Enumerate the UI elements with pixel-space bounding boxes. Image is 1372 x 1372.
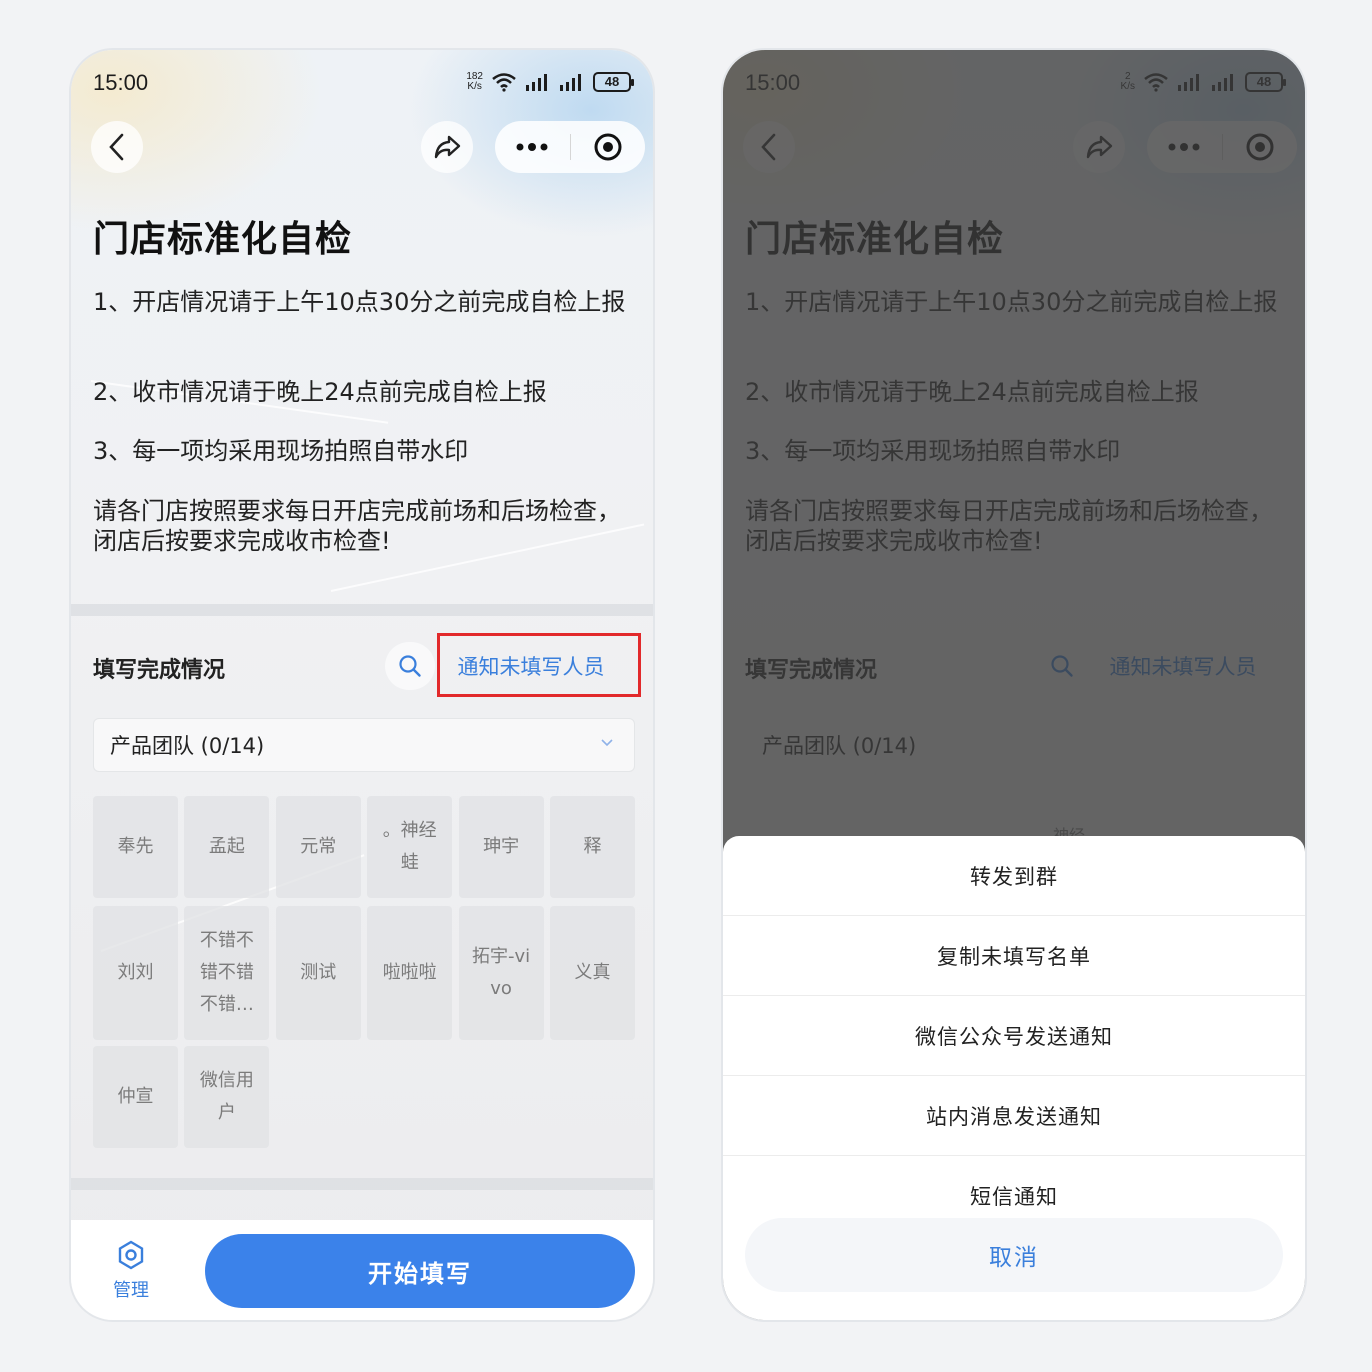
- share-icon: [434, 135, 461, 159]
- member-cell[interactable]: 奉先: [93, 796, 178, 898]
- phone-screen-main: 15:00 182 K/s 48 门店标准化自检 1、开店情况请于上午10点30…: [69, 48, 655, 1322]
- search-button[interactable]: [385, 642, 435, 690]
- target-icon: [594, 133, 622, 161]
- status-bar: 15:00 182 K/s 48: [93, 70, 634, 100]
- section-divider: [71, 604, 653, 616]
- signal-icon: [560, 74, 581, 91]
- rule-text: 2、收市情况请于晚上24点前完成自检上报: [93, 378, 547, 406]
- chevron-down-icon: [601, 739, 613, 747]
- member-name: 不错不 错不错 不错…: [199, 930, 254, 1015]
- team-select[interactable]: 产品团队 (0/14): [93, 718, 635, 772]
- member-cell[interactable]: 测试: [275, 906, 361, 1040]
- member-cell[interactable]: 啦啦啦: [367, 906, 453, 1040]
- member-cell[interactable]: 刘刘: [93, 906, 178, 1040]
- sheet-item-site-message[interactable]: 站内消息发送通知: [723, 1076, 1305, 1156]
- back-button[interactable]: [91, 121, 143, 173]
- network-speed: 182 K/s: [466, 72, 483, 92]
- member-name: 珅宇: [483, 836, 520, 857]
- more-dots-icon: [516, 143, 548, 151]
- member-name: 元常: [300, 836, 337, 857]
- action-sheet: 转发到群 复制未填写名单 微信公众号发送通知 站内消息发送通知 短信通知 取消: [723, 836, 1305, 1320]
- start-filling-button[interactable]: 开始填写: [205, 1234, 635, 1308]
- completion-section-title: 填写完成情况: [93, 658, 226, 683]
- sheet-item-forward-group[interactable]: 转发到群: [723, 836, 1305, 916]
- member-name: 测试: [300, 962, 337, 983]
- member-name: 拓宇-vi vo: [472, 946, 531, 999]
- highlight-annotation: [437, 633, 641, 697]
- sheet-item-wechat-notify[interactable]: 微信公众号发送通知: [723, 996, 1305, 1076]
- chevron-left-icon: [109, 133, 124, 161]
- member-name: 孟起: [208, 836, 245, 857]
- share-button[interactable]: [421, 121, 473, 173]
- member-cell[interactable]: 不错不 错不错 不错…: [184, 906, 270, 1040]
- network-speed-unit: K/s: [467, 81, 482, 92]
- member-name: 仲宣: [117, 1086, 154, 1107]
- status-time: 15:00: [93, 70, 149, 95]
- mini-program-capsule: [495, 121, 645, 173]
- member-cell[interactable]: 拓宇-vi vo: [458, 906, 544, 1040]
- search-icon: [399, 655, 421, 677]
- member-cell[interactable]: 孟起: [184, 796, 270, 898]
- member-name: 义真: [574, 962, 611, 983]
- more-button[interactable]: [495, 121, 570, 173]
- phone-screen-action-sheet: 15:00 2 K/s 48: [721, 48, 1307, 1322]
- rule-text: 1、开店情况请于上午10点30分之前完成自检上报: [93, 288, 626, 316]
- member-cell[interactable]: 微信用户: [184, 1046, 270, 1148]
- member-name: 微信用户: [199, 1070, 254, 1123]
- battery-indicator: 48: [593, 72, 634, 92]
- member-name: 啦啦啦: [382, 962, 437, 983]
- rule-text: 3、每一项均采用现场拍照自带水印: [93, 437, 469, 465]
- team-select-value: 产品团队 (0/14): [110, 734, 265, 758]
- member-name: 奉先: [117, 836, 154, 857]
- close-program-button[interactable]: [571, 121, 646, 173]
- signal-icon: [526, 74, 547, 91]
- wifi-icon: [492, 73, 516, 92]
- sheet-item-copy-list[interactable]: 复制未填写名单: [723, 916, 1305, 996]
- rule-text: 请各门店按照要求每日开店完成前场和后场检查，闭店后按要求完成收市检查!: [93, 497, 621, 555]
- member-name: 释: [583, 836, 602, 857]
- manage-button[interactable]: 管理: [107, 1240, 155, 1302]
- member-name: 刘刘: [117, 962, 154, 983]
- member-cell[interactable]: 珅宇: [458, 796, 544, 898]
- member-name: 。神经蛙: [382, 820, 437, 873]
- cancel-button[interactable]: 取消: [745, 1218, 1283, 1292]
- manage-label: 管理: [113, 1280, 149, 1301]
- member-cell[interactable]: 。神经蛙: [367, 796, 453, 898]
- section-divider: [71, 1178, 653, 1190]
- member-cell[interactable]: 释: [550, 796, 635, 898]
- bottom-bar: 管理 开始填写: [71, 1220, 653, 1320]
- member-cell[interactable]: 义真: [550, 906, 635, 1040]
- member-cell[interactable]: 仲宣: [93, 1046, 178, 1148]
- page-title: 门店标准化自检: [93, 219, 353, 260]
- member-cell[interactable]: 元常: [275, 796, 361, 898]
- hexagon-settings-icon: [118, 1240, 144, 1270]
